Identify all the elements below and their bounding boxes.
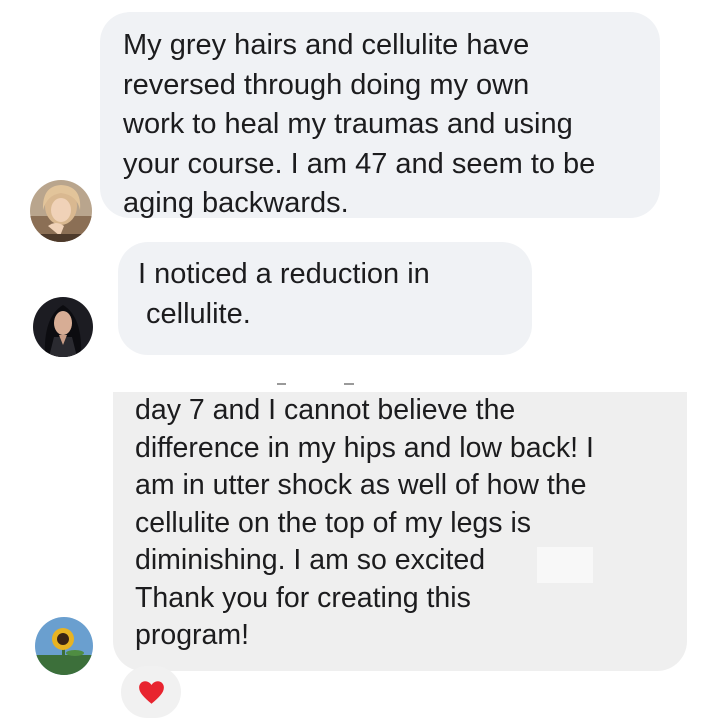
message-bubble[interactable]: day 7 and I cannot believe the differenc… <box>113 392 687 671</box>
message-line: diminishing. I am so excited <box>135 544 486 576</box>
profile-photo-icon <box>33 297 93 357</box>
message-text: My grey hairs and cellulite have reverse… <box>123 26 595 224</box>
reaction-badge[interactable] <box>121 666 181 718</box>
message-line: cellulite on the top of my legs is <box>135 506 532 539</box>
message-bubble[interactable]: My grey hairs and cellulite have reverse… <box>100 12 660 219</box>
message-line: I noticed a reduction in <box>138 258 430 290</box>
message-line: cellulite. <box>146 297 251 330</box>
avatar[interactable] <box>30 180 92 242</box>
message-line: work to heal my traumas and using <box>123 108 573 140</box>
message-line: your course. I am 47 and seem to be <box>123 147 596 180</box>
sunflower-photo-icon <box>35 617 93 675</box>
avatar[interactable] <box>35 617 93 675</box>
avatar[interactable] <box>33 297 93 357</box>
message-line: program! <box>135 619 250 651</box>
message-line: reversed through doing my own <box>123 68 530 101</box>
profile-photo-icon <box>30 180 92 242</box>
heart-icon <box>138 680 164 704</box>
message-text: day 7 and I cannot believe the differenc… <box>135 392 594 655</box>
redaction-patch <box>537 547 593 583</box>
message-bubble[interactable]: I noticed a reduction in cellulite. <box>118 242 532 355</box>
message-line: am in utter shock as well of how the <box>135 469 587 501</box>
message-line: Thank you for creating this <box>135 581 471 614</box>
message-text: I noticed a reduction in cellulite. <box>138 255 430 334</box>
divider <box>344 383 354 385</box>
message-line: My grey hairs and cellulite have <box>123 29 530 61</box>
message-line: day 7 and I cannot believe the <box>135 394 516 426</box>
message-line: aging backwards. <box>123 187 349 219</box>
divider <box>277 383 286 385</box>
message-line: difference in my hips and low back! I <box>135 431 594 464</box>
